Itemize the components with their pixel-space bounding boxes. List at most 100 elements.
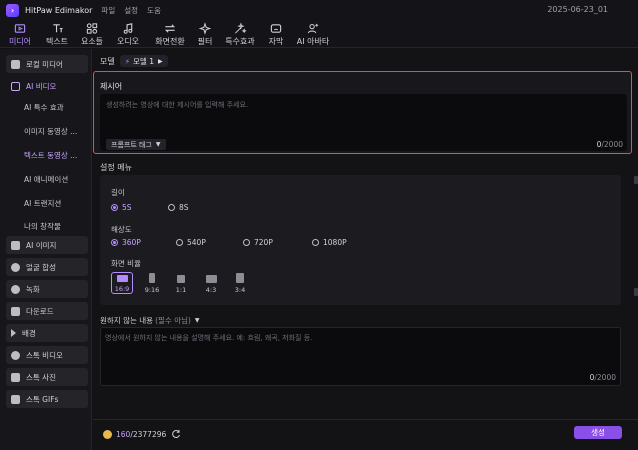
sidebar-item-ai-image[interactable]: AI 이미지 — [6, 236, 88, 254]
resolution-option-540p[interactable]: 540P — [176, 238, 206, 247]
credits-display: 160 /2377296 — [103, 429, 181, 439]
sidebar-item-face-swap[interactable]: 얼굴 합성 — [6, 258, 88, 276]
tool-effects[interactable]: 특수효과 — [220, 21, 260, 47]
ratio-option-3-4[interactable]: 3:4 — [229, 272, 251, 294]
project-date: 2025-06-23_01 — [547, 5, 608, 14]
length-option-label: 8S — [179, 203, 189, 212]
negative-prompt-input[interactable]: 영상에서 원하지 않는 내용을 설명해 주세요. 예: 흐림, 왜곡, 저화질 … — [100, 327, 621, 386]
tool-transition-label: 화면전환 — [155, 37, 185, 46]
radio-circle — [168, 204, 175, 211]
coin-icon — [103, 429, 112, 439]
sub-item-image-to-video[interactable]: 이미지 동영상 ... — [24, 123, 88, 139]
length-label: 길이 — [111, 188, 125, 197]
tool-ai-avatar[interactable]: AI 아바타 — [293, 21, 333, 47]
ratio-option-label: 9:16 — [144, 286, 160, 294]
tool-audio-label: 오디오 — [116, 37, 140, 46]
tool-text[interactable]: 텍스트 — [37, 21, 77, 47]
elements-icon — [86, 23, 98, 34]
prompt-input[interactable]: 생성하려는 영상에 대한 제시어를 입력해 주세요. 프롬프트 태그 ▼ 0/2… — [100, 94, 627, 151]
negative-prompt-toggle[interactable]: 원하지 않는 내용 (필수 아님) ▼ — [100, 315, 200, 326]
sidebar-item-download[interactable]: 다운로드 — [6, 302, 88, 320]
sub-item-text-to-video[interactable]: 텍스트 동영상 ... — [24, 147, 88, 163]
sidebar-item-record[interactable]: 녹화 — [6, 280, 88, 298]
sidebar-item-label: 스톡 사진 — [26, 372, 56, 382]
negative-prompt-placeholder: 영상에서 원하지 않는 내용을 설명해 주세요. 예: 흐림, 왜곡, 저화질 … — [105, 334, 313, 342]
caret-right-icon: ▶ — [157, 57, 163, 65]
radio-circle — [111, 204, 118, 211]
length-option-8s[interactable]: 8S — [168, 203, 189, 212]
filter-icon — [198, 22, 212, 35]
refresh-icon[interactable] — [171, 429, 181, 439]
tool-media[interactable]: 미디어 — [0, 21, 40, 47]
length-option-5s[interactable]: 5S — [111, 203, 132, 212]
radio-circle — [176, 239, 183, 246]
prompt-tag-label: 프롬프트 태그 — [111, 140, 152, 149]
model-value: 모델 1 — [133, 56, 154, 66]
sidebar-item-label: 다운로드 — [26, 306, 54, 316]
ratio-option-9-16[interactable]: 9:16 — [141, 272, 163, 294]
model-label: 모델 — [100, 56, 115, 66]
tool-transition[interactable]: 화면전환 — [150, 21, 190, 47]
resolution-option-360p[interactable]: 360P — [111, 238, 141, 247]
sidebar-item-stock-photo[interactable]: 스톡 사진 — [6, 368, 88, 386]
ratio-shape — [149, 273, 155, 283]
sub-item-my-creations[interactable]: 나의 창작물 — [24, 218, 88, 234]
scrollbar-thumb[interactable] — [634, 176, 638, 184]
radio-circle — [312, 239, 319, 246]
local-media-icon — [11, 59, 20, 69]
negative-prompt-optional: (필수 아님) — [155, 316, 191, 325]
ai-video-icon — [11, 81, 20, 91]
menu-settings[interactable]: 설정 — [124, 5, 138, 16]
sidebar-item-background[interactable]: 배경 — [6, 324, 88, 342]
sub-item-ai-animation[interactable]: AI 애니메이션 — [24, 171, 88, 187]
ratio-shape — [236, 273, 244, 283]
app-title: HitPaw Edimakor — [25, 5, 93, 15]
prompt-char-count: 0/2000 — [597, 140, 623, 149]
scrollbar-thumb[interactable] — [634, 288, 638, 296]
model-selector[interactable]: ⚡ 모델 1 ▶ — [119, 55, 168, 67]
tool-audio[interactable]: 오디오 — [108, 21, 148, 47]
resolution-option-1080p[interactable]: 1080P — [312, 238, 347, 247]
negative-char-count: 0/2000 — [590, 373, 616, 382]
ratio-option-16-9[interactable]: 16:9 — [111, 272, 133, 294]
sidebar-item-label: 배경 — [22, 328, 36, 338]
prompt-tag-button[interactable]: 프롬프트 태그 ▼ — [106, 139, 166, 150]
menu-file[interactable]: 파일 — [101, 5, 115, 16]
prompt-placeholder: 생성하려는 영상에 대한 제시어를 입력해 주세요. — [106, 101, 249, 109]
sidebar-item-label: 녹화 — [26, 284, 40, 294]
settings-title: 설정 메뉴 — [100, 163, 132, 172]
sidebar-item-stock-gifs[interactable]: 스톡 GIFs — [6, 390, 88, 408]
sidebar-item-label: 로컬 미디어 — [26, 59, 63, 69]
radio-circle — [111, 239, 118, 246]
sidebar-item-label: AI 이미지 — [26, 240, 57, 250]
menu-help[interactable]: 도움 — [147, 5, 161, 16]
ratio-option-4-3[interactable]: 4:3 — [200, 272, 222, 294]
tool-subtitle[interactable]: 자막 — [256, 21, 296, 47]
radio-circle — [243, 239, 250, 246]
generate-button[interactable]: 생성 — [574, 426, 622, 439]
stock-photo-icon — [11, 372, 20, 382]
caret-down-icon: ▼ — [155, 141, 161, 148]
tool-filter[interactable]: 필터 — [185, 21, 225, 47]
sidebar-item-ai-video[interactable]: AI 비디오 — [6, 77, 88, 95]
tool-elements[interactable]: 요소들 — [72, 21, 112, 47]
resolution-label: 해상도 — [111, 225, 132, 234]
app-logo-icon: › — [6, 3, 19, 17]
tool-subtitle-label: 자막 — [268, 37, 284, 46]
ratio-option-1-1[interactable]: 1:1 — [170, 272, 192, 294]
subtitle-icon — [270, 24, 282, 33]
main-panel: 모델 ⚡ 모델 1 ▶ 제시어 생성하려는 영상에 대한 제시어를 입력해 주세… — [93, 49, 638, 450]
resolution-option-label: 1080P — [323, 238, 347, 247]
resolution-option-720p[interactable]: 720P — [243, 238, 273, 247]
ratio-option-label: 1:1 — [175, 286, 187, 294]
sidebar-item-label: AI 비디오 — [26, 81, 57, 91]
tool-elements-label: 요소들 — [80, 37, 104, 46]
sidebar-item-stock-video[interactable]: 스톡 비디오 — [6, 346, 88, 364]
prompt-title: 제시어 — [100, 82, 123, 91]
sidebar-item-local-media[interactable]: 로컬 미디어 — [6, 55, 88, 73]
tool-ai-avatar-label: AI 아바타 — [296, 37, 330, 46]
sub-item-ai-effects[interactable]: AI 특수 효과 — [24, 99, 88, 115]
face-swap-icon — [11, 262, 20, 272]
sidebar-item-label: 얼굴 합성 — [26, 262, 56, 272]
sub-item-ai-transition[interactable]: AI 트랜지션 — [24, 195, 88, 211]
